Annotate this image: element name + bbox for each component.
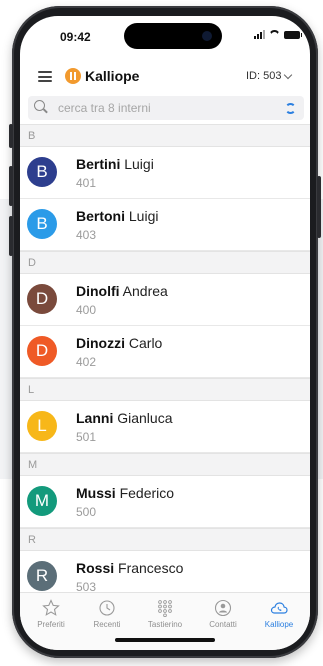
contact-extension: 402 xyxy=(76,355,97,369)
contact-extension: 400 xyxy=(76,303,97,317)
search-input[interactable] xyxy=(58,99,268,117)
volume-down-button xyxy=(9,216,13,256)
contact-name: Bertoni Luigi xyxy=(76,208,159,224)
tab-recenti[interactable]: Recenti xyxy=(78,599,136,629)
avatar: D xyxy=(27,336,57,366)
dynamic-island xyxy=(124,23,222,49)
battery-icon xyxy=(284,30,302,39)
app-header: Kalliope ID: 503 xyxy=(20,60,310,94)
signal-icon xyxy=(254,30,265,39)
star-icon xyxy=(42,599,60,617)
contact-extension: 401 xyxy=(76,176,97,190)
chevron-down-icon xyxy=(284,70,293,79)
contact-icon xyxy=(214,599,232,617)
home-indicator xyxy=(115,638,215,642)
tab-label: Contatti xyxy=(209,620,237,629)
contact-row[interactable]: D Dinolfi Andrea 400 xyxy=(20,274,310,326)
clock-icon xyxy=(98,599,116,617)
contact-name: Dinolfi Andrea xyxy=(76,283,168,299)
id-label: ID: 503 xyxy=(246,70,282,82)
tab-kalliope[interactable]: Kalliope xyxy=(250,599,308,629)
tab-tastierino[interactable]: Tastierino xyxy=(136,599,194,629)
wifi-icon xyxy=(269,30,280,39)
avatar: D xyxy=(27,284,57,314)
app-screen: 09:42 Kalliope ID: 503 cerca tra 8 inter… xyxy=(20,16,310,650)
contact-row[interactable]: M Mussi Federico 500 xyxy=(20,476,310,528)
status-icons xyxy=(254,30,302,39)
section-header-d: D xyxy=(20,251,310,274)
tab-contatti[interactable]: Contatti xyxy=(194,599,252,629)
stage: 09:42 Kalliope ID: 503 cerca tra 8 inter… xyxy=(0,0,323,666)
contact-row[interactable]: B Bertoni Luigi 403 xyxy=(20,199,310,251)
app-title: Kalliope xyxy=(85,68,140,84)
contact-name: Rossi Francesco xyxy=(76,560,184,576)
contact-row[interactable]: L Lanni Gianluca 501 xyxy=(20,401,310,453)
camera-icon xyxy=(202,31,212,41)
section-header-l: L xyxy=(20,378,310,401)
tab-label: Recenti xyxy=(93,620,121,629)
contact-name: Lanni Gianluca xyxy=(76,410,173,426)
keypad-icon xyxy=(156,599,174,618)
kalliope-logo-icon xyxy=(65,68,81,84)
contact-row[interactable]: D Dinozzi Carlo 402 xyxy=(20,326,310,378)
search-icon xyxy=(34,100,45,111)
avatar: B xyxy=(27,209,57,239)
tab-label: Tastierino xyxy=(147,620,183,629)
menu-icon[interactable] xyxy=(38,71,52,82)
section-header-m: M xyxy=(20,453,310,476)
status-bar: 09:42 xyxy=(20,16,310,58)
contact-name: Mussi Federico xyxy=(76,485,175,501)
mute-switch xyxy=(9,124,13,148)
section-header-r: R xyxy=(20,528,310,551)
power-button xyxy=(317,176,321,238)
avatar: B xyxy=(27,157,57,187)
id-selector[interactable]: ID: 503 xyxy=(246,70,293,82)
section-header-b: B xyxy=(20,124,310,147)
contact-name: Bertini Luigi xyxy=(76,156,154,172)
tab-label: Preferiti xyxy=(37,620,65,629)
volume-up-button xyxy=(9,166,13,206)
tab-preferiti[interactable]: Preferiti xyxy=(22,599,80,629)
cloud-phone-icon xyxy=(270,599,288,617)
contact-list: B B Bertini Luigi 401 B Bertoni Luigi 40… xyxy=(20,124,310,603)
contact-row[interactable]: B Bertini Luigi 401 xyxy=(20,147,310,199)
status-time: 09:42 xyxy=(60,30,91,44)
avatar: L xyxy=(27,411,57,441)
contact-extension: 403 xyxy=(76,228,97,242)
contact-extension: 500 xyxy=(76,505,97,519)
search-bar xyxy=(28,96,304,120)
avatar: M xyxy=(27,486,57,516)
avatar: R xyxy=(27,561,57,591)
contact-extension: 501 xyxy=(76,430,97,444)
tab-label: Kalliope xyxy=(264,620,294,629)
contact-name: Dinozzi Carlo xyxy=(76,335,163,351)
sync-icon[interactable] xyxy=(285,103,296,114)
